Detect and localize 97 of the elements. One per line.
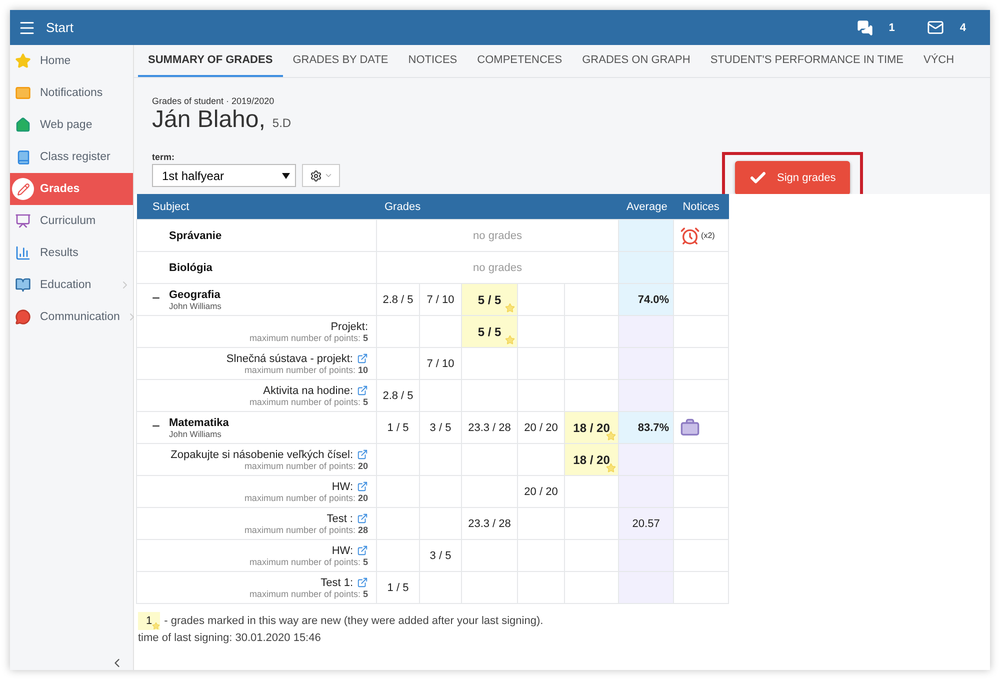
- grade-cell[interactable]: 3 / 5: [420, 412, 462, 444]
- external-link-icon[interactable]: [357, 353, 368, 364]
- mail-icon[interactable]: [926, 19, 944, 36]
- sidebar-item[interactable]: Communication: [10, 301, 133, 333]
- assignment-name: Projekt:: [330, 320, 368, 332]
- no-grades-text: no grades: [376, 220, 619, 252]
- grade-cell[interactable]: 1 / 5: [376, 572, 420, 604]
- star-icon: [606, 463, 616, 473]
- sidebar-item[interactable]: Web page: [10, 109, 133, 141]
- column-header: Notices: [674, 194, 729, 220]
- sidebar-item[interactable]: Notifications: [10, 77, 133, 109]
- tab[interactable]: NOTICES: [398, 45, 468, 77]
- term-label: term:: [152, 152, 176, 162]
- term-select[interactable]: 1st halfyear: [152, 164, 296, 187]
- grade-cell[interactable]: 5 / 5: [462, 284, 518, 316]
- column-header: Average: [618, 194, 674, 220]
- max-points: maximum number of points: 5: [249, 588, 368, 598]
- max-points: maximum number of points: 5: [249, 556, 368, 566]
- chat-icon[interactable]: [856, 20, 873, 36]
- assignment-name: Aktivita na hodine:: [263, 384, 353, 396]
- assignment-name: Slnečná sústava - projekt:: [226, 352, 353, 364]
- grade-cell[interactable]: 2.8 / 5: [376, 284, 420, 316]
- gear-icon: [310, 170, 322, 182]
- alarm-clock-icon[interactable]: [680, 226, 700, 246]
- grade-cell[interactable]: 23.3 / 28: [462, 412, 518, 444]
- average-cell: 74.0%: [618, 284, 674, 316]
- mail-count: 4: [960, 22, 966, 34]
- sidebar-item[interactable]: Grades: [10, 173, 133, 205]
- grade-cell[interactable]: 1 / 5: [376, 412, 420, 444]
- external-link-icon[interactable]: [357, 577, 368, 588]
- assignment-name: HW:: [332, 544, 353, 556]
- max-points: maximum number of points: 28: [244, 524, 368, 534]
- teacher-name: John Williams: [169, 428, 222, 438]
- grade-cell[interactable]: 7 / 10: [420, 348, 462, 380]
- max-points: maximum number of points: 20: [244, 460, 368, 470]
- bag-icon[interactable]: [680, 418, 700, 438]
- tab[interactable]: COMPETENCES: [467, 45, 572, 77]
- tab[interactable]: VÝCH: [914, 45, 964, 77]
- grade-cell[interactable]: 2.8 / 5: [376, 380, 420, 412]
- sidebar-item[interactable]: Education: [10, 269, 133, 301]
- grade-cell[interactable]: 23.3 / 28: [462, 508, 518, 540]
- max-points: maximum number of points: 5: [249, 396, 368, 406]
- assignment-name: HW:: [332, 480, 353, 492]
- last-signing-text: time of last signing: 30.01.2020 15:46: [138, 632, 322, 644]
- caret-icon: [324, 171, 332, 180]
- tab[interactable]: GRADES ON GRAPH: [572, 45, 700, 77]
- assignment-name: Test :: [326, 512, 353, 524]
- grade-cell[interactable]: 18 / 20: [564, 412, 619, 444]
- teacher-name: John Williams: [169, 300, 222, 310]
- grade-cell[interactable]: 20 / 20: [518, 476, 564, 508]
- external-link-icon[interactable]: [357, 385, 368, 396]
- notice-count: (x2): [701, 231, 715, 240]
- external-link-icon[interactable]: [357, 545, 368, 556]
- student-caption: Grades of student · 2019/2020: [152, 96, 276, 106]
- subject-name: Správanie: [169, 230, 222, 242]
- tab[interactable]: GRADES BY DATE: [282, 45, 398, 77]
- sidebar-item[interactable]: Results: [10, 237, 133, 269]
- new-grade-sample: 1: [138, 612, 160, 630]
- average-cell: 83.7%: [618, 412, 674, 444]
- star-icon: [606, 431, 616, 441]
- pencil-icon: [12, 178, 34, 200]
- sidebar-item[interactable]: Class register: [10, 141, 133, 173]
- star-icon: [152, 622, 160, 630]
- column-header: Grades: [376, 194, 619, 220]
- tab[interactable]: STUDENT'S PERFORMANCE IN TIME: [700, 45, 914, 77]
- sign-grades-button[interactable]: Sign grades: [735, 161, 850, 195]
- column-header: Subject: [136, 194, 376, 220]
- external-link-icon[interactable]: [357, 481, 368, 492]
- assignment-name: Zopakujte si násobenie veľkých čísel:: [170, 448, 353, 460]
- grade-cell[interactable]: 20 / 20: [518, 412, 564, 444]
- grade-cell[interactable]: 18 / 20: [564, 444, 619, 476]
- settings-dropdown-button[interactable]: [302, 164, 340, 187]
- legend-text: - grades marked in this way are new (they were added after your last signing).: [164, 615, 544, 627]
- tab[interactable]: SUMMARY OF GRADES: [138, 45, 283, 77]
- assignment-name: Test 1:: [320, 576, 353, 588]
- sidebar-item[interactable]: Home: [10, 45, 133, 77]
- no-grades-text: no grades: [376, 252, 619, 284]
- external-link-icon[interactable]: [357, 449, 368, 460]
- grade-cell[interactable]: 7 / 10: [420, 284, 462, 316]
- sidebar-item[interactable]: Curriculum: [10, 205, 133, 237]
- star-icon: [505, 335, 515, 345]
- max-points: maximum number of points: 5: [249, 332, 368, 342]
- chat-count: 1: [888, 22, 895, 34]
- max-points: maximum number of points: 20: [244, 492, 368, 502]
- subject-name: Geografia: [169, 288, 220, 300]
- student-class: 5.D: [272, 116, 292, 130]
- subject-name: Biológia: [169, 262, 212, 274]
- caret-icon: [282, 172, 290, 178]
- average-cell: 20.57: [618, 508, 674, 540]
- app-title: Start: [46, 20, 74, 35]
- external-link-icon[interactable]: [357, 513, 368, 524]
- grade-cell[interactable]: 3 / 5: [420, 540, 462, 572]
- subject-name: Matematika: [169, 416, 229, 428]
- max-points: maximum number of points: 10: [244, 364, 368, 374]
- grade-cell[interactable]: 5 / 5: [462, 316, 518, 348]
- star-icon: [505, 303, 515, 313]
- student-name: Ján Blaho,: [152, 106, 266, 134]
